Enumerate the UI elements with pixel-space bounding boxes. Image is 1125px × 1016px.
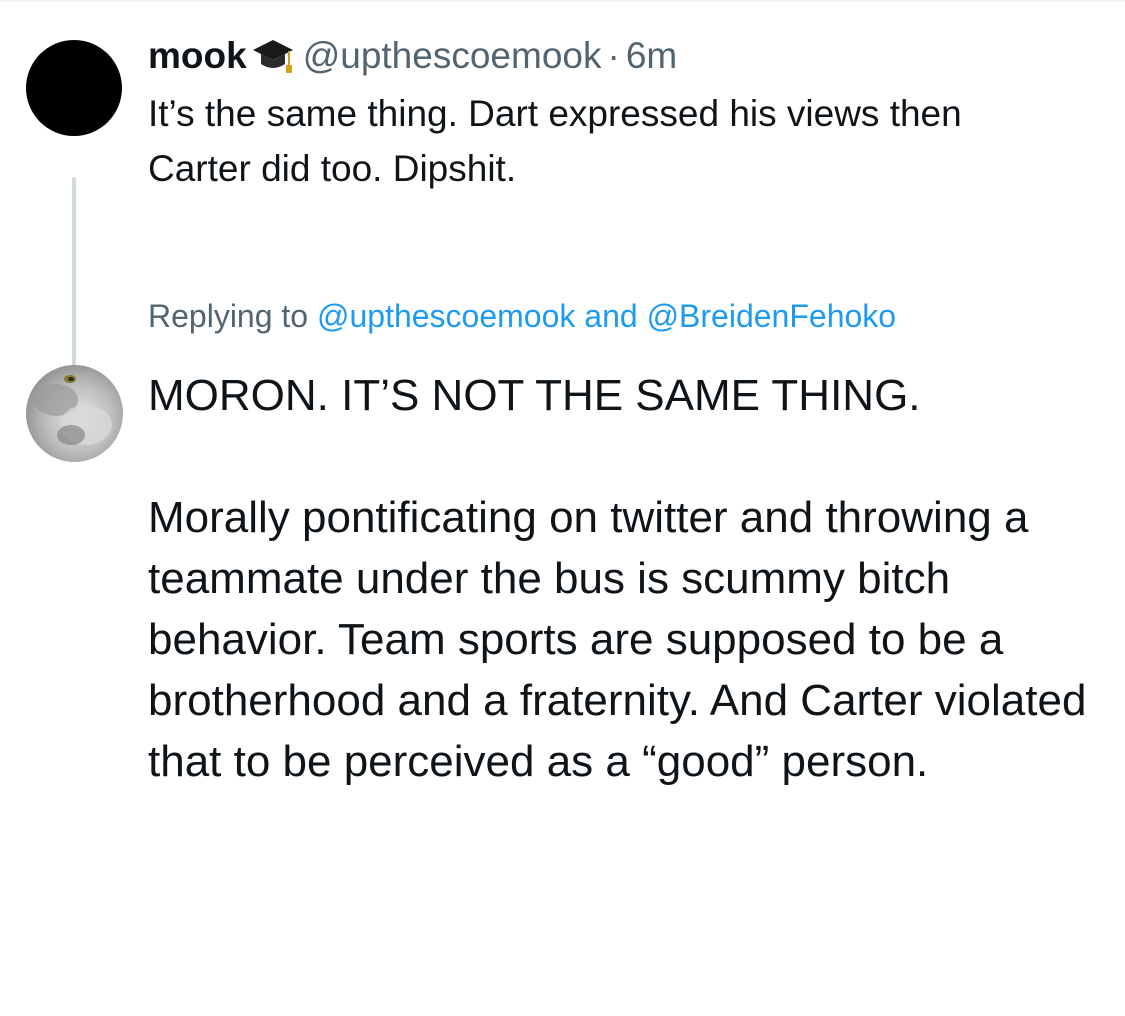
graduation-cap-icon bbox=[251, 36, 295, 76]
top-divider bbox=[0, 0, 1125, 2]
reply-paragraph: Morally pontificating on twitter and thr… bbox=[148, 493, 1087, 786]
mention-link[interactable]: @BreidenFehoko bbox=[647, 298, 897, 334]
tweet-header: mook @upthescoemook · 6m bbox=[148, 30, 1088, 82]
reply-tweet-text: MORON. IT’S NOT THE SAME THING. Morally … bbox=[148, 365, 1088, 792]
timestamp[interactable]: 6m bbox=[626, 30, 677, 82]
display-name[interactable]: mook bbox=[148, 30, 247, 82]
mention-link[interactable]: @upthescoemook bbox=[317, 298, 575, 334]
replying-to-label: Replying to bbox=[148, 298, 309, 334]
avatar[interactable] bbox=[26, 365, 123, 462]
mention-conjunction[interactable]: and bbox=[584, 298, 637, 334]
reply-paragraph: MORON. IT’S NOT THE SAME THING. bbox=[148, 371, 921, 420]
thread-connector-line bbox=[72, 177, 76, 381]
separator-dot: · bbox=[607, 35, 620, 76]
parent-tweet-content: mook @upthescoemook · 6m It’s the same t… bbox=[148, 30, 1088, 196]
user-handle[interactable]: @upthescoemook bbox=[303, 30, 602, 82]
avatar[interactable] bbox=[26, 40, 122, 136]
tweet-text: It’s the same thing. Dart expressed his … bbox=[148, 93, 962, 189]
replying-to-line: Replying to @upthescoemook and @BreidenF… bbox=[148, 293, 896, 339]
